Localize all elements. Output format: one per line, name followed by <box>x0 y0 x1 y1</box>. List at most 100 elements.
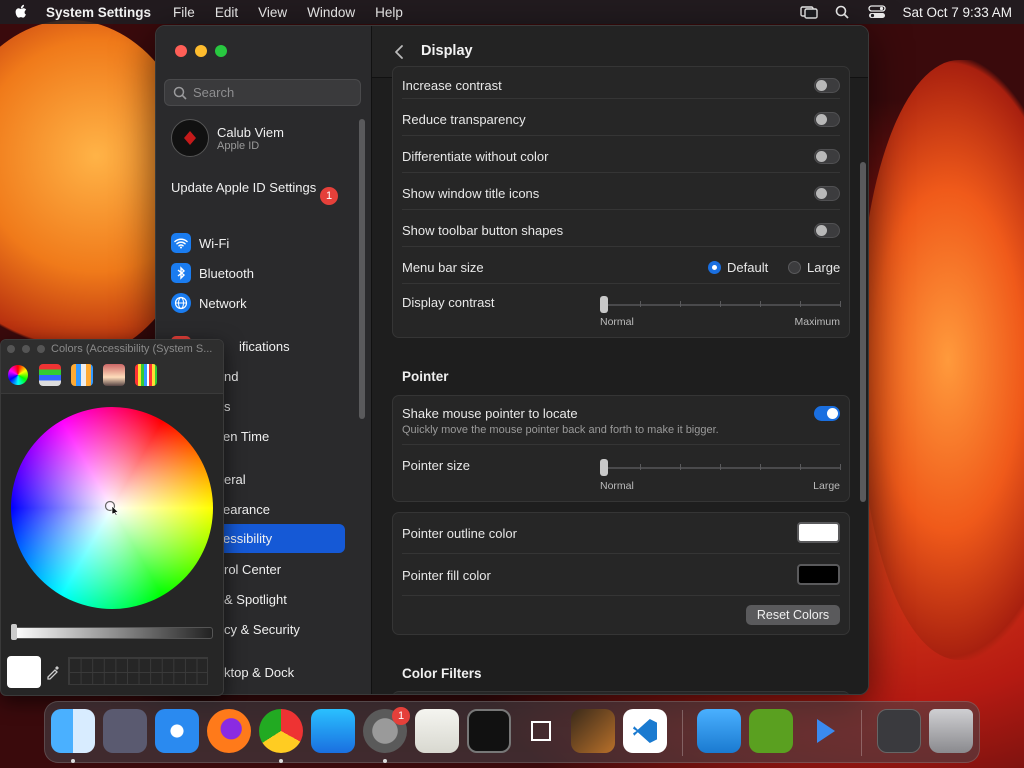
divider <box>402 172 840 173</box>
sidebar-item-label: eral <box>224 471 246 487</box>
menu-clock[interactable]: Sat Oct 7 9:33 AM <box>902 5 1012 20</box>
sidebar-item-label: Network <box>199 295 247 311</box>
pointer-size-track[interactable] <box>603 467 841 469</box>
divider <box>402 246 840 247</box>
update-badge: 1 <box>320 187 338 205</box>
launchpad-icon[interactable] <box>103 709 147 753</box>
menu-window[interactable]: Window <box>307 5 355 20</box>
differentiate-label: Differentiate without color <box>402 149 549 164</box>
menu-view[interactable]: View <box>258 5 287 20</box>
shake-pointer-toggle[interactable] <box>814 406 840 421</box>
sidebar-item-network[interactable]: Network <box>171 291 247 315</box>
current-color-well[interactable] <box>7 656 41 688</box>
sidebar-scrollbar[interactable] <box>359 119 365 419</box>
increase-contrast-toggle[interactable] <box>814 78 840 93</box>
contrast-max-label: Maximum <box>794 316 840 328</box>
vscode-icon[interactable] <box>623 709 667 753</box>
menu-bar-size-label: Menu bar size <box>402 260 484 275</box>
search-placeholder: Search <box>193 85 235 100</box>
close-panel-button[interactable] <box>7 345 15 353</box>
running-indicator <box>383 759 387 763</box>
minimize-panel-button[interactable] <box>22 345 30 353</box>
slider-tick <box>840 464 841 470</box>
reset-colors-button[interactable]: Reset Colors <box>746 605 840 625</box>
garageband-icon[interactable] <box>571 709 615 753</box>
reduce-transparency-row: Reduce transparency <box>393 110 849 130</box>
system-settings-badge: 1 <box>392 707 410 725</box>
saved-swatches-grid[interactable] <box>68 657 208 685</box>
close-window-button[interactable] <box>175 45 187 57</box>
pencils-mode-icon[interactable] <box>135 364 157 386</box>
pointer-size-min-label: Normal <box>600 480 634 492</box>
control-center-icon[interactable] <box>868 5 887 19</box>
search-input[interactable]: Search <box>164 79 361 106</box>
fill-color-row: Pointer fill color <box>393 563 849 589</box>
menu-file[interactable]: File <box>173 5 195 20</box>
sidebar-item-label: cy & Security <box>224 621 300 637</box>
brightness-slider[interactable] <box>13 627 213 639</box>
weather-icon[interactable] <box>697 709 741 753</box>
sidebar-item-wifi[interactable]: Wi-Fi <box>171 231 229 255</box>
divider <box>402 595 840 596</box>
color-palettes-mode-icon[interactable] <box>71 364 93 386</box>
terminal-icon[interactable] <box>467 709 511 753</box>
safari-icon[interactable] <box>155 709 199 753</box>
display-contrast-knob[interactable] <box>600 296 608 313</box>
menu-bar-default-radio[interactable] <box>708 261 721 274</box>
eyedropper-icon[interactable] <box>45 664 61 680</box>
firefox-icon[interactable] <box>207 709 251 753</box>
back-chevron-icon[interactable] <box>390 42 410 62</box>
slider-tick <box>640 464 641 470</box>
sidebar-item-label: Wi-Fi <box>199 235 230 251</box>
menu-edit[interactable]: Edit <box>215 5 238 20</box>
fill-color-label: Pointer fill color <box>402 568 491 583</box>
app-store-icon[interactable] <box>311 709 355 753</box>
image-palettes-mode-icon[interactable] <box>103 364 125 386</box>
window-title-icons-toggle[interactable] <box>814 186 840 201</box>
zoom-panel-button[interactable] <box>37 345 45 353</box>
remote-desktop-icon[interactable] <box>801 709 845 753</box>
menu-bar-large-radio[interactable] <box>788 261 801 274</box>
menu-help[interactable]: Help <box>375 5 403 20</box>
reduce-transparency-toggle[interactable] <box>814 112 840 127</box>
toolbar-shapes-toggle[interactable] <box>814 223 840 238</box>
fill-color-well[interactable] <box>797 564 840 585</box>
color-sliders-mode-icon[interactable] <box>39 364 61 386</box>
update-apple-id-settings[interactable]: Update Apple ID Settings <box>171 180 341 196</box>
trash-icon[interactable] <box>929 709 973 753</box>
search-icon <box>173 86 187 100</box>
spotlight-search-icon[interactable] <box>834 5 852 19</box>
sidebar-item-label: ifications <box>239 338 290 354</box>
wallpaper-shape-right <box>860 60 1024 660</box>
divider <box>402 209 840 210</box>
sidebar-item-bluetooth[interactable]: Bluetooth <box>171 261 254 285</box>
zoom-window-button[interactable] <box>215 45 227 57</box>
minimize-window-button[interactable] <box>195 45 207 57</box>
differentiate-toggle[interactable] <box>814 149 840 164</box>
colors-panel-titlebar[interactable]: Colors (Accessibility (System S... <box>1 340 223 358</box>
color-wheel-mode-icon[interactable] <box>8 365 28 385</box>
pointer-size-row: Pointer size Normal Large <box>393 454 849 496</box>
pointer-size-knob[interactable] <box>600 459 608 476</box>
chrome-icon[interactable] <box>259 709 303 753</box>
brightness-knob[interactable] <box>11 624 17 640</box>
page-title: Display <box>421 43 473 59</box>
running-indicator <box>279 759 283 763</box>
toolbar-shapes-row: Show toolbar button shapes <box>393 221 849 241</box>
finder-icon[interactable] <box>51 709 95 753</box>
slider-tick <box>680 464 681 470</box>
menu-app-name[interactable]: System Settings <box>46 5 151 20</box>
apple-id-profile[interactable]: Calub Viem Apple ID <box>171 119 284 157</box>
window-icon[interactable] <box>519 709 563 753</box>
qt-creator-icon[interactable] <box>749 709 793 753</box>
reduce-transparency-label: Reduce transparency <box>402 112 526 127</box>
outline-color-well[interactable] <box>797 522 840 543</box>
screen-mirroring-icon[interactable] <box>800 5 819 19</box>
wifi-icon <box>171 233 191 253</box>
display-contrast-track[interactable] <box>603 304 841 306</box>
textedit-icon[interactable] <box>415 709 459 753</box>
apple-menu-icon[interactable] <box>12 3 30 21</box>
minimized-window-icon[interactable] <box>877 709 921 753</box>
content-scrollbar[interactable] <box>860 162 866 502</box>
window-title-icons-row: Show window title icons <box>393 184 849 204</box>
